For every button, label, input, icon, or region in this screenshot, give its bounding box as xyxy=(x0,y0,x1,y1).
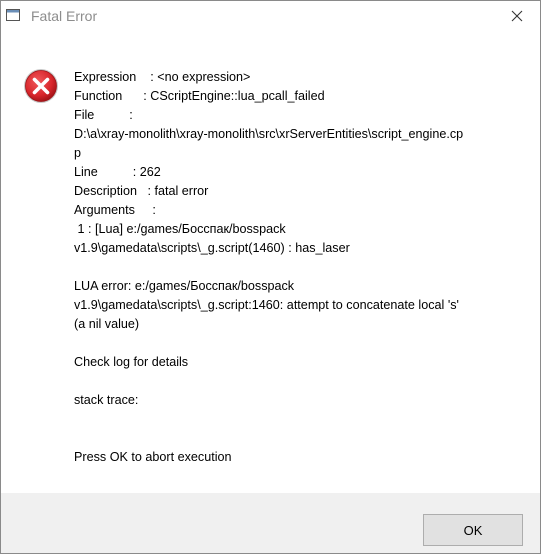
message-line: Check log for details xyxy=(74,355,189,369)
title-bar: Fatal Error xyxy=(1,1,540,31)
error-message: Expression : <no expression> Function : … xyxy=(74,68,524,467)
message-line: stack trace: xyxy=(74,393,139,407)
message-line xyxy=(74,372,524,391)
close-button[interactable] xyxy=(494,1,540,31)
ok-button[interactable]: OK xyxy=(423,514,523,546)
message-line: 1 : [Lua] e:/games/Босспак/bosspack xyxy=(74,222,286,236)
message-line: (a nil value) xyxy=(74,317,140,331)
message-line: v1.9\gamedata\scripts\_g.script:1460: at… xyxy=(74,298,459,312)
error-dialog-window: Fatal Error Expression : <no expression>… xyxy=(0,0,541,554)
message-line xyxy=(74,429,524,448)
window-title: Fatal Error xyxy=(31,8,98,24)
message-line xyxy=(74,258,524,277)
message-line: Press OK to abort execution xyxy=(74,450,232,464)
message-line: Arguments : xyxy=(74,203,156,217)
message-line: Function : CScriptEngine::lua_pcall_fail… xyxy=(74,89,325,103)
message-line: Expression : <no expression> xyxy=(74,70,251,84)
message-line xyxy=(74,410,524,429)
message-line: LUA error: e:/games/Босспак/bosspack xyxy=(74,279,295,293)
message-line: Line : 262 xyxy=(74,165,161,179)
app-window-icon xyxy=(6,9,20,21)
close-icon xyxy=(511,10,523,22)
message-line: D:\a\xray-monolith\xray-monolith\src\xrS… xyxy=(74,127,464,141)
error-icon xyxy=(24,69,58,103)
message-line xyxy=(74,334,524,353)
message-line: p xyxy=(74,146,82,160)
message-line: Description : fatal error xyxy=(74,184,209,198)
dialog-content: Expression : <no expression> Function : … xyxy=(1,31,540,493)
dialog-footer: OK xyxy=(1,493,540,553)
message-line: File : xyxy=(74,108,133,122)
message-line: v1.9\gamedata\scripts\_g.script(1460) : … xyxy=(74,241,350,255)
